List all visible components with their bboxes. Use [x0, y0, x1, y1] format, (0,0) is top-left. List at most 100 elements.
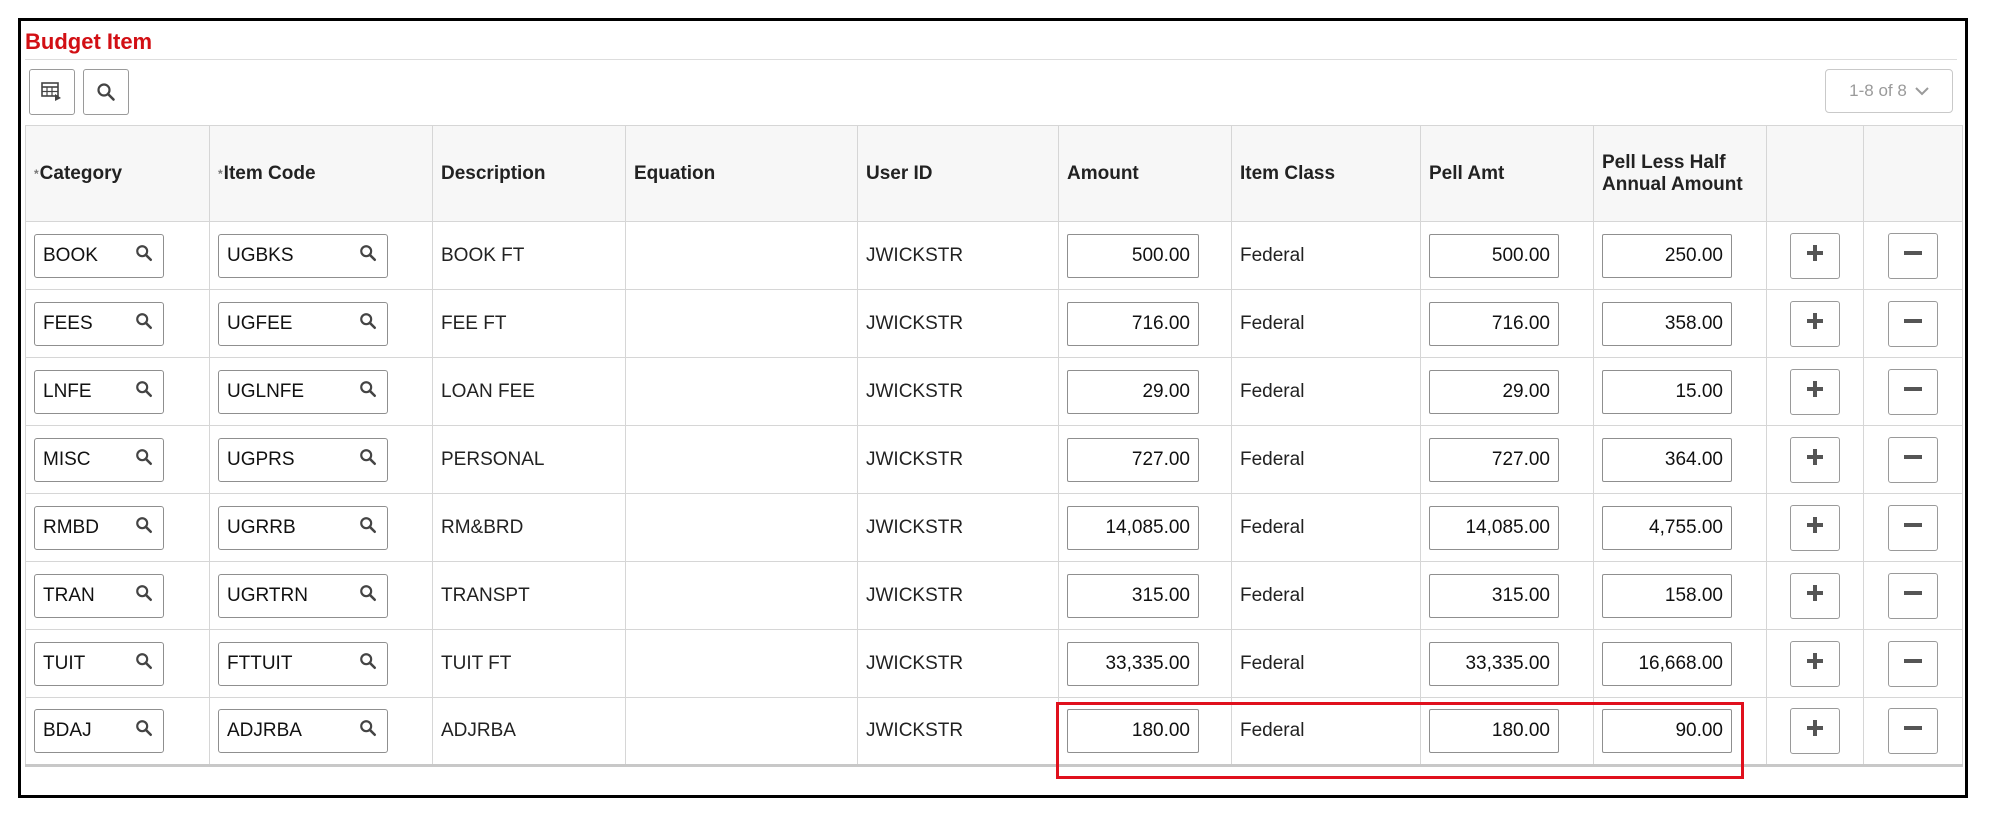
category-input[interactable]: LNFE: [34, 369, 164, 414]
row-pager-select[interactable]: 1-8 of 8: [1825, 69, 1953, 113]
category-input[interactable]: MISC: [34, 437, 164, 482]
add-row-button[interactable]: [1790, 368, 1840, 415]
category-value: BDAJ: [43, 720, 92, 741]
pell-amt-input[interactable]: 727.00: [1429, 437, 1559, 482]
add-row-button[interactable]: [1790, 300, 1840, 347]
delete-row-button[interactable]: [1888, 232, 1938, 279]
column-header-description[interactable]: Description: [432, 125, 626, 222]
minus-icon: [1902, 515, 1924, 541]
amount-input[interactable]: 727.00: [1067, 437, 1199, 482]
search-icon[interactable]: [135, 312, 153, 336]
amount-input[interactable]: 29.00: [1067, 369, 1199, 414]
delete-row-button[interactable]: [1888, 504, 1938, 551]
table-row: LNFE UGLNFE LOAN FEE JWICKSTR 29.00 Federal 29…: [25, 357, 1963, 426]
table-row: FEES UGFEE FEE FT JWICKSTR 716.00 Federal 716.…: [25, 289, 1963, 358]
column-header-item-class[interactable]: Item Class: [1231, 125, 1421, 222]
column-header-pell-amt[interactable]: Pell Amt: [1420, 125, 1594, 222]
item-code-input[interactable]: UGRRB: [218, 505, 388, 550]
find-button[interactable]: [83, 69, 129, 115]
add-row-button[interactable]: [1790, 232, 1840, 279]
personalize-grid-button[interactable]: [29, 69, 75, 115]
cell-amount: 315.00: [1058, 561, 1232, 630]
search-icon[interactable]: [359, 652, 377, 676]
category-input[interactable]: BOOK: [34, 233, 164, 278]
pell-amt-input[interactable]: 315.00: [1429, 573, 1559, 618]
search-icon[interactable]: [135, 516, 153, 540]
item-code-value: UGLNFE: [227, 380, 305, 402]
cell-category: TRAN: [25, 561, 210, 630]
pell-amt-input[interactable]: 716.00: [1429, 301, 1559, 346]
delete-row-button[interactable]: [1888, 640, 1938, 687]
column-header-pell-less-half[interactable]: Pell Less Half Annual Amount: [1593, 125, 1767, 222]
search-icon[interactable]: [359, 516, 377, 540]
cell-delete: [1863, 561, 1963, 630]
search-icon[interactable]: [359, 448, 377, 472]
search-icon[interactable]: [135, 448, 153, 472]
budget-item-grid: *Category *Item Code Description Equatio…: [25, 125, 1963, 767]
column-header-equation[interactable]: Equation: [625, 125, 858, 222]
search-icon[interactable]: [135, 719, 153, 743]
column-header-item-code[interactable]: *Item Code: [209, 125, 433, 222]
category-input[interactable]: BDAJ: [34, 709, 164, 753]
pell-less-half-input[interactable]: 15.00: [1602, 369, 1732, 414]
grid-personalize-icon: [41, 82, 63, 102]
search-icon[interactable]: [359, 719, 377, 743]
item-code-input[interactable]: UGRTRN: [218, 573, 388, 618]
category-input[interactable]: FEES: [34, 301, 164, 346]
category-input[interactable]: TUIT: [34, 641, 164, 686]
pell-less-half-input[interactable]: 16,668.00: [1602, 641, 1732, 686]
amount-input[interactable]: 14,085.00: [1067, 505, 1199, 550]
category-input[interactable]: RMBD: [34, 505, 164, 550]
pell-amt-input[interactable]: 29.00: [1429, 369, 1559, 414]
pell-less-half-input[interactable]: 90.00: [1602, 709, 1732, 753]
pell-less-half-input[interactable]: 4,755.00: [1602, 505, 1732, 550]
add-row-button[interactable]: [1790, 572, 1840, 619]
pell-amt-input[interactable]: 33,335.00: [1429, 641, 1559, 686]
pell-less-half-input[interactable]: 364.00: [1602, 437, 1732, 482]
amount-input[interactable]: 500.00: [1067, 233, 1199, 278]
amount-input[interactable]: 180.00: [1067, 709, 1199, 753]
add-row-button[interactable]: [1790, 504, 1840, 551]
delete-row-button[interactable]: [1888, 300, 1938, 347]
pell-amt-input[interactable]: 180.00: [1429, 709, 1559, 753]
search-icon[interactable]: [135, 244, 153, 268]
item-code-input[interactable]: UGLNFE: [218, 369, 388, 414]
search-icon[interactable]: [135, 652, 153, 676]
amount-input[interactable]: 33,335.00: [1067, 641, 1199, 686]
cell-pell-less-half: 358.00: [1593, 289, 1767, 358]
item-code-input[interactable]: ADJRBA: [218, 709, 388, 753]
category-input[interactable]: TRAN: [34, 573, 164, 618]
pell-less-half-input[interactable]: 158.00: [1602, 573, 1732, 618]
item-code-input[interactable]: UGPRS: [218, 437, 388, 482]
delete-row-button[interactable]: [1888, 368, 1938, 415]
minus-icon: [1902, 718, 1924, 744]
minus-icon: [1902, 311, 1924, 337]
search-icon[interactable]: [135, 584, 153, 608]
pell-amt-input[interactable]: 14,085.00: [1429, 505, 1559, 550]
column-header-category[interactable]: *Category: [25, 125, 210, 222]
search-icon[interactable]: [135, 380, 153, 404]
amount-input[interactable]: 315.00: [1067, 573, 1199, 618]
pell-amt-input[interactable]: 500.00: [1429, 233, 1559, 278]
column-header-amount[interactable]: Amount: [1058, 125, 1232, 222]
item-code-input[interactable]: UGBKS: [218, 233, 388, 278]
pell-less-half-input[interactable]: 250.00: [1602, 233, 1732, 278]
amount-input[interactable]: 716.00: [1067, 301, 1199, 346]
column-header-user-id[interactable]: User ID: [857, 125, 1059, 222]
search-icon[interactable]: [359, 380, 377, 404]
item-code-input[interactable]: FTTUIT: [218, 641, 388, 686]
search-icon[interactable]: [359, 244, 377, 268]
add-row-button[interactable]: [1790, 436, 1840, 483]
delete-row-button[interactable]: [1888, 436, 1938, 483]
delete-row-button[interactable]: [1888, 708, 1938, 754]
pell-less-half-input[interactable]: 358.00: [1602, 301, 1732, 346]
cell-amount: 500.00: [1058, 221, 1232, 290]
search-icon[interactable]: [359, 584, 377, 608]
table-row: BOOK UGBKS BOOK FT JWICKSTR 500.00 Federal 500…: [25, 221, 1963, 290]
add-row-button[interactable]: [1790, 708, 1840, 754]
item-code-input[interactable]: UGFEE: [218, 301, 388, 346]
cell-item-code: UGRTRN: [209, 561, 433, 630]
add-row-button[interactable]: [1790, 640, 1840, 687]
delete-row-button[interactable]: [1888, 572, 1938, 619]
search-icon[interactable]: [359, 312, 377, 336]
